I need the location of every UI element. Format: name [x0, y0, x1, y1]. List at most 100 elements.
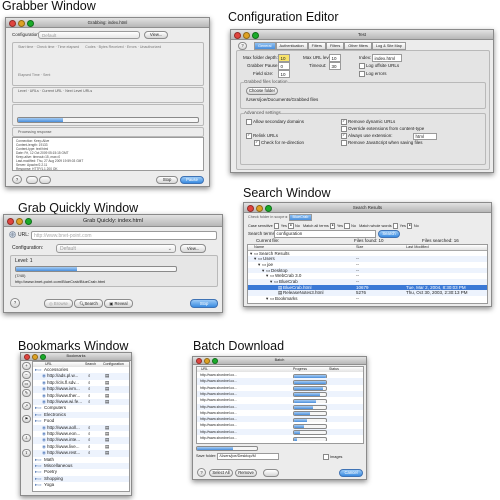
tab-general[interactable]: General: [254, 42, 276, 50]
max-folder-depth-field[interactable]: 10: [278, 54, 290, 62]
grabber-pause-field[interactable]: 0: [278, 62, 290, 70]
tab-log-site-map[interactable]: Log & Site Map: [371, 42, 406, 50]
bm-col-config[interactable]: Configuration: [103, 362, 124, 367]
grab-quick-view-button[interactable]: View...: [180, 244, 206, 253]
disclosure-triangle-icon[interactable]: ▾: [266, 296, 268, 302]
grab-quick-configuration-popup[interactable]: Default ⌄: [56, 244, 176, 253]
max-url-level-field[interactable]: 10: [329, 54, 341, 62]
index-field[interactable]: index.html: [372, 54, 402, 62]
batch-images-checkbox[interactable]: Images: [323, 454, 342, 460]
grabber-log-area[interactable]: Connection: Keep-Alive Content-length: 1…: [12, 137, 204, 171]
search-button[interactable]: 🔍︎Search: [74, 299, 103, 308]
batch-col-url[interactable]: URL: [201, 367, 208, 372]
batch-row-progress-fill: [294, 431, 301, 435]
add-bookmark-button[interactable]: +: [22, 362, 31, 370]
opt6-check[interactable]: ✓: [254, 140, 260, 146]
export-bookmark-button[interactable]: ⇧: [22, 449, 31, 457]
images-check[interactable]: [323, 454, 329, 460]
check-redirection-checkbox[interactable]: ✓ Check for re-direction: [254, 140, 304, 146]
batch-folder-field[interactable]: /Users/joe/Desktop/M: [217, 453, 279, 460]
search-scope-tab[interactable]: BlueCrab: [288, 214, 313, 221]
col-size-header[interactable]: Size: [356, 245, 363, 250]
advanced-settings-group: Advanced settings Allow secondary domain…: [240, 110, 486, 165]
search-scope-bar[interactable]: Check folder in scope ▸ BlueCrab: [248, 214, 313, 221]
batch-cancel-button[interactable]: Cancel: [339, 469, 363, 477]
batch-row[interactable]: http://www.shordnel.co...: [197, 435, 363, 442]
folder-button[interactable]: ▭: [22, 380, 31, 388]
edit-bookmark-button[interactable]: ✎: [22, 389, 31, 397]
whole-no-radio[interactable]: ●: [406, 223, 413, 229]
grabber-button-1[interactable]: [26, 176, 38, 184]
case-no-radio[interactable]: ●: [288, 223, 294, 229]
batch-remove-button[interactable]: Remove: [235, 469, 257, 477]
batch-button-3[interactable]: [263, 469, 279, 477]
col-name-header[interactable]: Name: [254, 245, 264, 250]
import-bookmark-button[interactable]: ⇩: [22, 434, 31, 442]
index-label: Index:: [359, 55, 372, 60]
grabber-pause-button[interactable]: Pause: [180, 176, 204, 184]
files-searched: Files searched: 16: [422, 238, 459, 243]
grab-bookmark-button[interactable]: ⚑: [22, 415, 31, 423]
url-input[interactable]: http://www.bnet-point.com: [31, 231, 217, 240]
case-yes-radio[interactable]: [273, 223, 280, 229]
log-errors-check[interactable]: [359, 71, 365, 77]
tab-other-filters[interactable]: Other filters: [344, 42, 372, 50]
grabber-stop-button[interactable]: Stop: [156, 176, 178, 184]
log-errors-checkbox[interactable]: Log errors: [359, 71, 387, 77]
grabber-view-button[interactable]: View...: [144, 31, 168, 39]
match-yes-radio[interactable]: ●: [329, 223, 336, 229]
always-use-extension-checkbox[interactable]: ✓ Always use extension:: [341, 133, 393, 139]
field-size-field[interactable]: 10: [278, 70, 290, 78]
search-result-row[interactable]: ▾ ▭ Bookmarks --: [248, 296, 487, 302]
grab-quick-stop-button[interactable]: Stop: [190, 299, 218, 308]
tab-filters-2[interactable]: Filters: [325, 42, 345, 50]
col-date-header[interactable]: Last Modified: [406, 245, 429, 250]
opt7-check[interactable]: [341, 140, 347, 146]
tab-filters-1[interactable]: Filters: [307, 42, 326, 50]
batch-help-button[interactable]: ?: [197, 468, 206, 477]
allow-secondary-domains-checkbox[interactable]: Allow secondary domains: [246, 119, 304, 125]
batch-row-progress-fill: [294, 387, 323, 391]
search-terms-input[interactable]: configuration: [274, 230, 376, 238]
opt2-check[interactable]: ✓: [341, 119, 347, 125]
grabber-titlebar: Grabbing: index.html: [6, 18, 209, 28]
bookmark-folder-row[interactable]: ▸▭ Yoga: [33, 482, 129, 489]
tab-authentication[interactable]: Authentication: [275, 42, 308, 50]
open-bookmark-button[interactable]: ↗: [22, 402, 31, 410]
grab-quick-help-button[interactable]: ?: [10, 298, 20, 308]
grabber-help-button[interactable]: ?: [12, 175, 22, 184]
match-no-radio[interactable]: [344, 223, 350, 229]
whole-yes-radio[interactable]: [392, 223, 399, 229]
bookmarks-window-title: Bookmarks: [66, 353, 86, 358]
batch-select-all-button[interactable]: Select All: [209, 469, 233, 477]
remove-bookmark-button[interactable]: −: [22, 371, 31, 379]
log-offsite-check[interactable]: [359, 63, 365, 69]
timeout-field[interactable]: 30: [329, 62, 341, 70]
log-offsite-checkbox[interactable]: Log offsite URLs: [359, 63, 399, 69]
batch-row-progress: [293, 436, 327, 442]
grabber-current-group: [12, 104, 204, 126]
bm-col-search[interactable]: Search: [85, 362, 96, 367]
grabber-configuration-popup[interactable]: Default: [38, 31, 140, 39]
remove-dynamic-urls-checkbox[interactable]: ✓ Remove dynamic URLs: [341, 119, 395, 125]
relink-urls-checkbox[interactable]: ✓ Relink URLs: [246, 133, 278, 139]
opt3-check[interactable]: [341, 126, 347, 132]
opt5-check[interactable]: ✓: [246, 133, 252, 139]
browse-button[interactable]: ◎ Browse: [44, 299, 73, 308]
url-placeholder: http://www.bnet-point.com: [34, 233, 92, 239]
opt1-check[interactable]: [246, 119, 252, 125]
override-extensions-checkbox[interactable]: Override extensions from content-type: [341, 126, 424, 132]
batch-col-progress[interactable]: Progress: [293, 367, 307, 372]
search-options-row: Case sensitive Yes ● No Match all terms ●…: [248, 223, 419, 229]
choose-folder-button[interactable]: Choose folder: [246, 87, 278, 95]
bm-col-url[interactable]: URL: [45, 362, 52, 367]
remove-javascript-checkbox[interactable]: Remove JavaScript when saving files: [341, 140, 423, 146]
grabber-button-2[interactable]: [39, 176, 51, 184]
extension-field[interactable]: html: [413, 132, 437, 140]
search-window-search-button[interactable]: Search: [378, 230, 400, 238]
batch-col-status[interactable]: Status: [329, 367, 339, 372]
reveal-button[interactable]: ▣ Reveal: [104, 299, 133, 308]
opt4-check[interactable]: ✓: [341, 133, 347, 139]
config-help-button[interactable]: ?: [238, 42, 247, 50]
configuration-editor-heading: Configuration Editor: [228, 10, 339, 24]
